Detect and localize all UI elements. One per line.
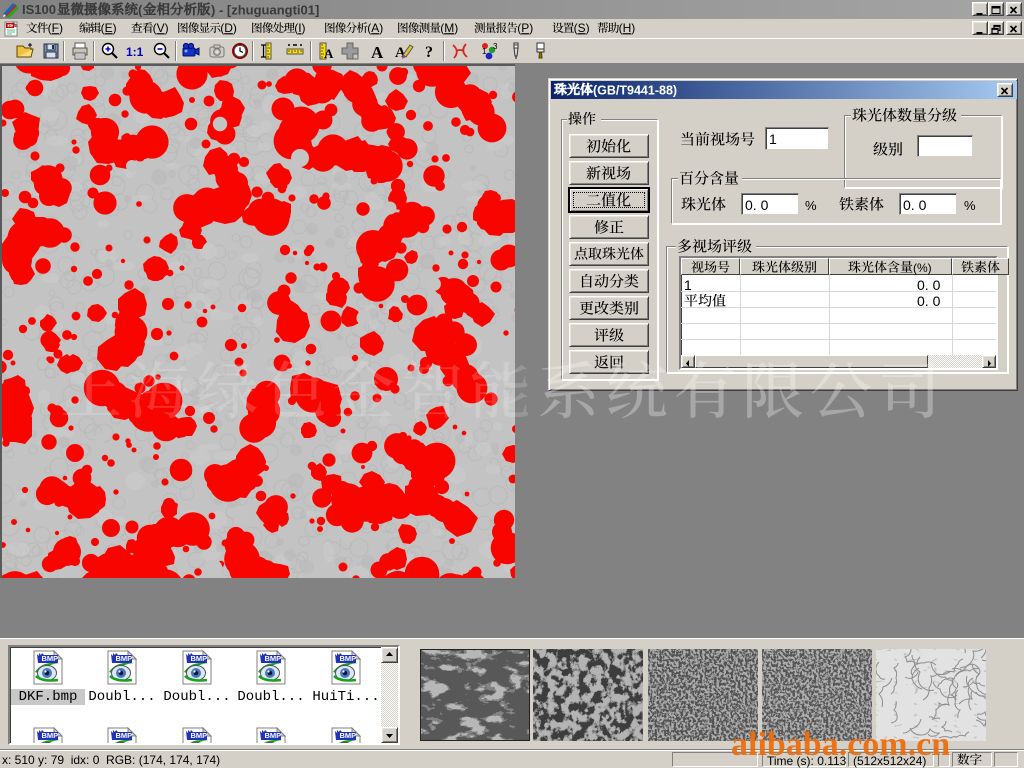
svg-text:(I): (I)	[294, 21, 305, 35]
svg-text:A: A	[324, 46, 334, 61]
svg-text:BMP: BMP	[340, 654, 357, 663]
svg-text:(P): (P)	[517, 21, 533, 35]
svg-text:1:1: 1:1	[126, 45, 144, 59]
svg-text:(S): (S)	[574, 21, 590, 35]
svg-text:BMP: BMP	[116, 731, 133, 740]
svg-text:(F): (F)	[48, 21, 63, 35]
svg-text:(: (	[138, 3, 143, 18]
svg-text:BMP: BMP	[191, 654, 208, 663]
svg-text:(E): (E)	[101, 21, 117, 35]
svg-text:(A): (A)	[367, 21, 383, 35]
svg-text:1: 1	[482, 47, 487, 56]
svg-text:(GB/T9441-88): (GB/T9441-88)	[593, 84, 677, 98]
svg-text:BMP: BMP	[265, 654, 282, 663]
svg-text:?: ?	[425, 44, 433, 61]
svg-text:(D): (D)	[220, 21, 237, 35]
svg-text:BMP: BMP	[116, 654, 133, 663]
svg-text:) - [zhuguangti01]: ) - [zhuguangti01]	[211, 3, 319, 18]
svg-text:A: A	[371, 43, 384, 61]
svg-text:(H): (H)	[619, 21, 636, 35]
svg-text:(V): (V)	[153, 21, 169, 35]
svg-text:BMP: BMP	[42, 731, 59, 740]
svg-text:BMP: BMP	[265, 731, 282, 740]
svg-text:BMP: BMP	[42, 654, 59, 663]
svg-text:BMP: BMP	[340, 731, 357, 740]
svg-text:BMP: BMP	[191, 731, 208, 740]
svg-text:(M): (M)	[440, 21, 458, 35]
svg-text:3: 3	[493, 42, 498, 51]
